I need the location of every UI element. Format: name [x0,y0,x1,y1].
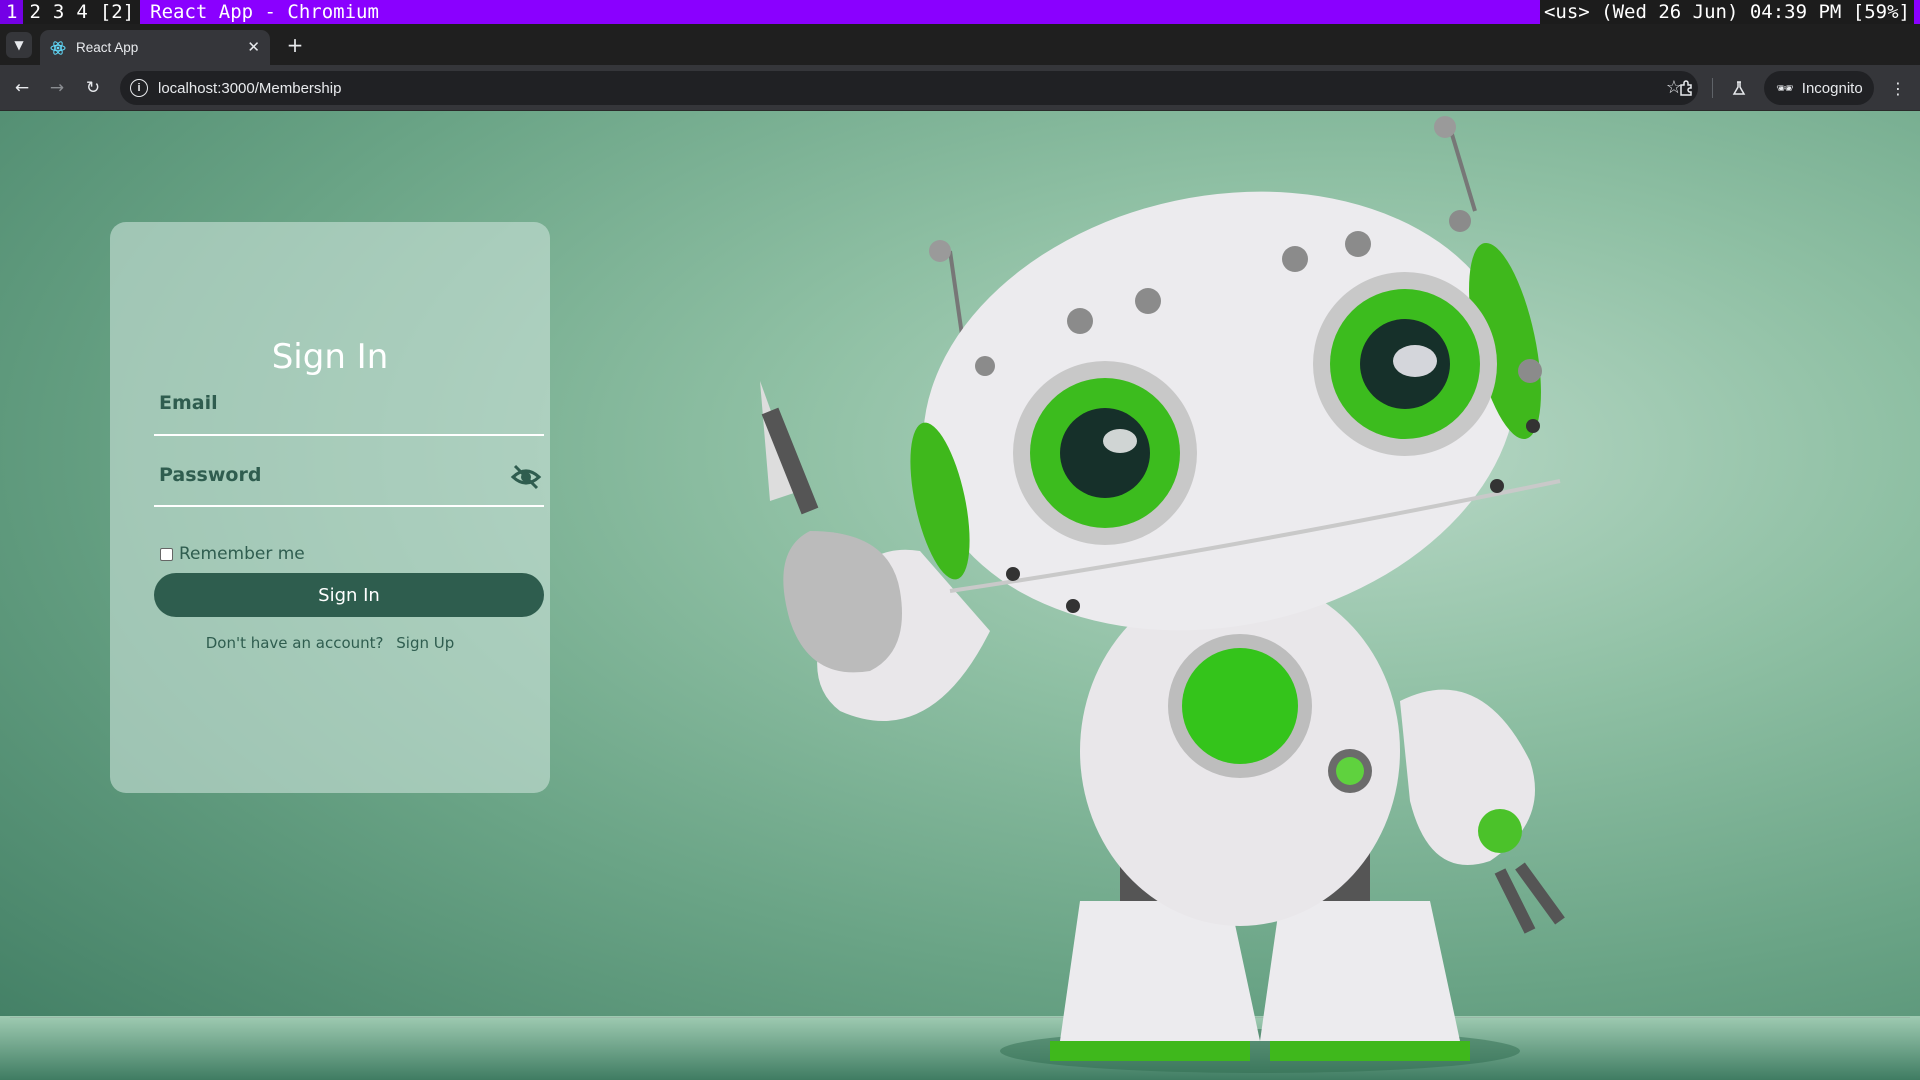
workspace-3[interactable]: 3 [46,0,71,24]
workspace-2[interactable]: 2 [23,0,47,24]
password-label: Password [159,464,262,486]
sign-in-card: Sign In Email Password Remember me Sign … [110,222,550,793]
url-text: localhost:3000/Membership [158,79,342,97]
sign-up-link[interactable]: Sign Up [396,634,454,652]
browser-tab[interactable]: React App ✕ [40,30,270,65]
robot-illustration [760,116,1565,1073]
page-viewport: Sign In Email Password Remember me Sign … [0,111,1920,1080]
extensions-icon[interactable] [1675,76,1699,100]
labs-flask-icon[interactable] [1727,76,1751,100]
remember-me: Remember me [160,544,305,564]
tab-search-button[interactable]: ▼ [6,32,32,58]
forward-icon[interactable]: → [45,76,69,100]
remember-me-label: Remember me [179,544,305,564]
new-tab-button[interactable]: + [282,32,308,58]
status-text: <us> (Wed 26 Jun) 04:39 PM [59%] [1539,0,1914,24]
incognito-badge[interactable]: 🕶 Incognito [1764,71,1874,105]
remember-me-checkbox[interactable] [160,547,173,561]
no-account-text: Don't have an account? [205,634,384,652]
workspace-1[interactable]: 1 [0,0,24,24]
signup-prompt: Don't have an account? Sign Up [110,634,550,652]
plus-icon: + [286,33,304,57]
window-manager-bar: 1 2 3 4 [2] React App - Chromium <us> (W… [0,0,1920,24]
sign-in-title: Sign In [271,337,389,377]
eye-off-icon[interactable] [510,461,542,493]
incognito-label: Incognito [1801,79,1863,97]
password-field[interactable]: Password [154,461,544,507]
sign-in-button[interactable]: Sign In [154,573,544,617]
incognito-icon: 🕶 [1776,79,1794,96]
react-icon [50,40,66,56]
toolbar-divider [1712,78,1713,98]
email-field[interactable]: Email [154,392,544,436]
workspace-4[interactable]: 4 [70,0,94,24]
address-bar[interactable]: i localhost:3000/Membership ☆ [120,71,1698,105]
back-icon[interactable]: ← [10,76,34,100]
reload-icon[interactable]: ↻ [81,76,105,100]
site-info-icon[interactable]: i [130,79,148,97]
email-label: Email [159,392,218,414]
menu-kebab-icon[interactable]: ⋮ [1886,76,1910,100]
close-icon[interactable]: ✕ [247,38,260,56]
browser-toolbar: ← → ↻ i localhost:3000/Membership ☆ 🕶 In… [0,65,1920,111]
tab-title: React App [76,40,139,55]
window-count: [2] [93,0,141,24]
tab-strip: ▼ React App ✕ + [0,24,1920,65]
chevron-down-icon: ▼ [14,38,24,52]
